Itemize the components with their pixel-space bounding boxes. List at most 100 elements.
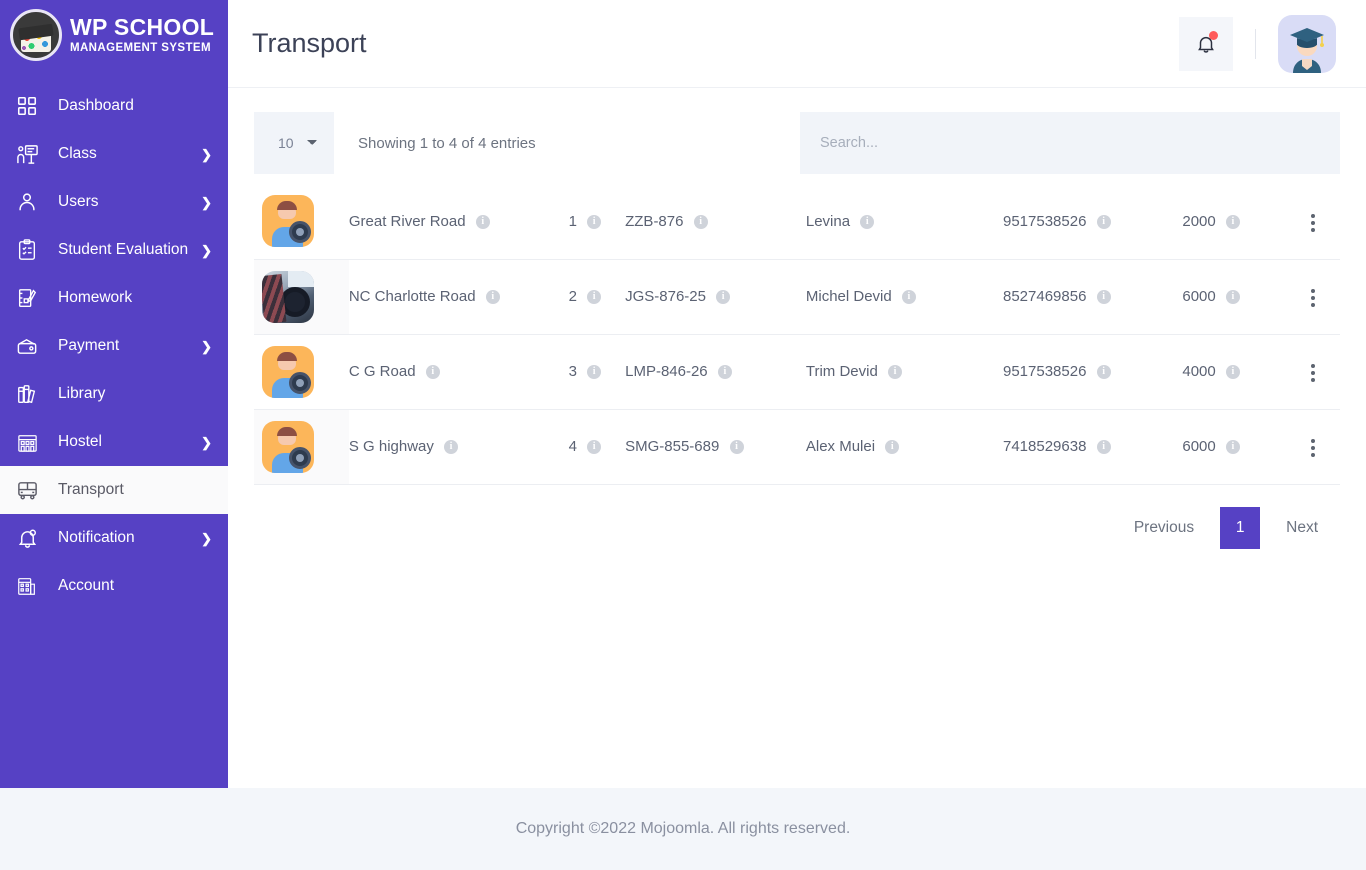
pagination-page-1[interactable]: 1 <box>1220 506 1261 549</box>
sidebar-item-account[interactable]: Account <box>0 562 228 610</box>
number-value: 2 <box>568 288 577 305</box>
driver-value: Levina <box>805 212 851 230</box>
plate-cell: LMP-846-26 i <box>625 334 806 409</box>
table-row[interactable]: NC Charlotte Road i 2 i JGS-876-25 i Mic… <box>254 259 1340 334</box>
route-value: S G highway <box>348 438 434 455</box>
row-menu-icon[interactable] <box>1305 358 1321 388</box>
phone-value: 9517538526 <box>1003 363 1087 380</box>
table-row[interactable]: Great River Road i 1 i ZZB-876 i Levina … <box>254 184 1340 259</box>
page-length-select[interactable]: 10 25 50 100 <box>254 112 334 174</box>
driver-photo-icon <box>262 270 314 323</box>
row-menu-icon[interactable] <box>1305 283 1321 313</box>
info-icon[interactable]: i <box>1096 290 1111 305</box>
actions-cell <box>1286 184 1340 259</box>
phone-cell: 7418529638 i <box>1003 409 1182 484</box>
sidebar-item-dashboard[interactable]: Dashboard <box>0 82 228 130</box>
info-icon[interactable]: i <box>475 214 490 229</box>
info-icon[interactable]: i <box>1096 214 1111 229</box>
main-area: Transport 10 Showing 1 to 4 of 4 entries… <box>228 0 1366 788</box>
graduation-cap-logo-icon <box>10 9 62 61</box>
topbar-divider <box>1255 28 1256 59</box>
info-icon[interactable]: i <box>425 365 440 380</box>
info-icon[interactable]: i <box>1225 290 1240 305</box>
sidebar-item-student-evaluation[interactable]: Student Evaluation ❯ <box>0 226 228 274</box>
sidebar-item-library[interactable]: Library <box>0 370 228 418</box>
row-menu-icon[interactable] <box>1305 208 1321 238</box>
info-icon[interactable]: i <box>1096 365 1111 380</box>
clipboard-icon <box>14 237 40 263</box>
phone-cell: 8527469856 i <box>1003 259 1182 334</box>
route-cell: NC Charlotte Road i <box>349 259 569 334</box>
fee-cell: 6000 i <box>1182 259 1285 334</box>
table-body: Great River Road i 1 i ZZB-876 i Levina … <box>254 184 1340 484</box>
sidebar-item-class[interactable]: Class ❯ <box>0 130 228 178</box>
notification-button[interactable] <box>1179 16 1233 71</box>
sidebar-item-label: Homework <box>58 289 133 306</box>
sidebar-item-notification[interactable]: Notification ❯ <box>0 514 228 562</box>
info-icon[interactable]: i <box>587 214 602 229</box>
table-row[interactable]: C G Road i 3 i LMP-846-26 i Trim Devid i… <box>254 334 1340 409</box>
info-icon[interactable]: i <box>444 440 459 455</box>
info-icon[interactable]: i <box>888 365 902 380</box>
wallet-icon <box>14 333 40 359</box>
info-icon[interactable]: i <box>860 214 875 229</box>
info-icon[interactable]: i <box>587 290 602 305</box>
chevron-right-icon[interactable]: ❯ <box>201 148 212 161</box>
chevron-right-icon[interactable]: ❯ <box>201 436 212 449</box>
fee-cell: 6000 i <box>1182 409 1285 484</box>
search-input[interactable] <box>800 112 1340 174</box>
info-icon[interactable]: i <box>1225 214 1240 229</box>
footer: Copyright ©2022 Mojoomla. All rights res… <box>0 788 1366 870</box>
row-menu-icon[interactable] <box>1305 433 1321 463</box>
sidebar-item-hostel[interactable]: Hostel ❯ <box>0 418 228 466</box>
chevron-right-icon[interactable]: ❯ <box>201 244 212 257</box>
actions-cell <box>1286 409 1340 484</box>
info-icon[interactable]: i <box>717 365 732 380</box>
phone-value: 7418529638 <box>1003 438 1087 455</box>
brand[interactable]: WP SCHOOL MANAGEMENT SYSTEM <box>0 0 228 72</box>
sidebar-item-homework[interactable]: Homework <box>0 274 228 322</box>
pagination-previous[interactable]: Previous <box>1116 509 1212 547</box>
number-cell: 3 i <box>569 334 625 409</box>
info-icon[interactable]: i <box>485 290 500 305</box>
driver-illustration-icon <box>262 345 314 398</box>
user-icon <box>14 189 40 215</box>
table-row[interactable]: S G highway i 4 i SMG-855-689 i Alex Mul… <box>254 409 1340 484</box>
pagination-next[interactable]: Next <box>1268 509 1336 547</box>
info-icon[interactable]: i <box>1225 440 1240 455</box>
sidebar-item-label: Student Evaluation <box>58 241 189 258</box>
info-icon[interactable]: i <box>1225 365 1240 380</box>
page-title: Transport <box>252 28 367 58</box>
fee-value: 2000 <box>1182 212 1216 230</box>
driver-value: Trim Devid <box>805 363 878 380</box>
bell-icon <box>14 525 40 551</box>
info-icon[interactable]: i <box>729 440 744 455</box>
sidebar-item-users[interactable]: Users ❯ <box>0 178 228 226</box>
route-cell: C G Road i <box>349 334 569 409</box>
notification-dot <box>1209 30 1218 40</box>
chevron-right-icon[interactable]: ❯ <box>201 340 212 353</box>
info-icon[interactable]: i <box>693 214 708 229</box>
notebook-icon <box>14 285 40 311</box>
avatar[interactable] <box>1278 14 1336 73</box>
info-icon[interactable]: i <box>885 440 900 455</box>
phone-value: 9517538526 <box>1003 212 1087 230</box>
chevron-right-icon[interactable]: ❯ <box>201 196 212 209</box>
info-icon[interactable]: i <box>587 440 602 455</box>
actions-cell <box>1286 259 1340 334</box>
sidebar-item-transport[interactable]: Transport <box>0 466 228 514</box>
info-icon[interactable]: i <box>901 290 916 305</box>
topbar: Transport <box>228 0 1366 88</box>
route-cell: S G highway i <box>349 409 569 484</box>
driver-cell: Alex Mulei i <box>806 409 1003 484</box>
info-icon[interactable]: i <box>716 290 731 305</box>
row-thumbnail-cell <box>254 259 349 334</box>
chevron-right-icon[interactable]: ❯ <box>201 532 212 545</box>
phone-cell: 9517538526 i <box>1003 184 1182 259</box>
sidebar: WP SCHOOL MANAGEMENT SYSTEM Dashboard Cl… <box>0 0 228 788</box>
info-icon[interactable]: i <box>587 365 602 380</box>
plate-cell: ZZB-876 i <box>625 184 806 259</box>
sidebar-item-payment[interactable]: Payment ❯ <box>0 322 228 370</box>
info-icon[interactable]: i <box>1096 440 1111 455</box>
driver-cell: Michel Devid i <box>806 259 1003 334</box>
